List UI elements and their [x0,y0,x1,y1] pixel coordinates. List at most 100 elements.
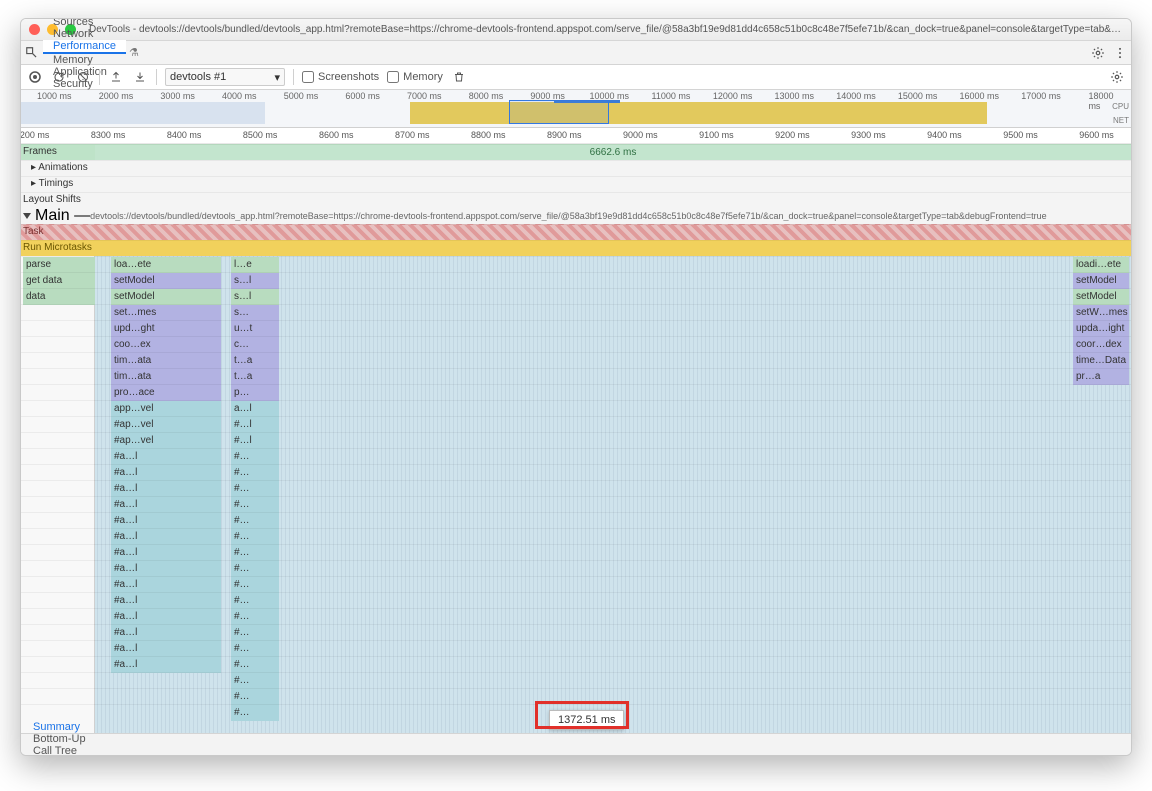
flame-chart[interactable]: Frames 6662.6 ms ▸ Animations ▸ Timings … [21,144,1131,748]
timings-track[interactable]: ▸ Timings [21,176,1131,192]
upload-icon[interactable] [108,69,124,85]
memory-checkbox[interactable]: Memory [387,71,443,83]
flame-cell[interactable]: p… [231,385,279,401]
traffic-light-close[interactable] [29,24,40,35]
flame-cell[interactable]: #a…l [111,497,221,513]
flame-cell[interactable]: a…l [231,401,279,417]
flame-cell[interactable]: #… [231,689,279,705]
flame-row[interactable]: #ap…vel #…l [21,432,1131,448]
screenshots-checkbox[interactable]: Screenshots [302,71,379,83]
flame-cell[interactable]: #… [231,449,279,465]
flame-cell[interactable]: coor…dex [1073,337,1129,353]
tab-sources[interactable]: Sources [43,18,126,28]
flame-cell[interactable]: #ap…vel [111,433,221,449]
microtasks-row[interactable]: Run Microtasks [21,240,1131,256]
flame-cell[interactable]: #… [231,673,279,689]
inspect-icon[interactable] [21,46,43,60]
flame-row[interactable]: #a…l #… [21,592,1131,608]
flame-cell[interactable]: c… [231,337,279,353]
reload-icon[interactable] [51,69,67,85]
flame-cell[interactable]: #… [231,465,279,481]
flame-cell[interactable]: setModel [111,273,221,289]
flame-cell[interactable]: #a…l [111,657,221,673]
flame-cell[interactable]: #a…l [111,465,221,481]
download-icon[interactable] [132,69,148,85]
flame-cell[interactable]: #… [231,545,279,561]
flame-cell[interactable]: time…Data [1073,353,1129,369]
flame-row[interactable]: app…vel a…l [21,400,1131,416]
flame-row[interactable]: #a…l #… [21,480,1131,496]
flame-cell[interactable]: #a…l [111,561,221,577]
flame-cell[interactable]: #a…l [111,481,221,497]
flame-cell[interactable]: #… [231,481,279,497]
flame-cell[interactable]: #… [231,561,279,577]
task-row[interactable]: Task [21,224,1131,240]
details-tab-bottom-up[interactable]: Bottom-Up [21,733,98,745]
tab-memory[interactable]: Memory [43,54,126,66]
flame-cell[interactable]: get data [23,273,95,289]
tab-network[interactable]: Network [43,28,126,40]
flame-cell[interactable]: #a…l [111,577,221,593]
flame-cell[interactable]: #… [231,577,279,593]
flame-cell[interactable]: setModel [1073,273,1129,289]
frames-track[interactable]: Frames 6662.6 ms [21,144,1131,160]
flame-cell[interactable]: #…l [231,417,279,433]
details-tab-summary[interactable]: Summary [21,721,98,733]
flame-cell[interactable]: #… [231,593,279,609]
flame-cell[interactable]: #… [231,513,279,529]
flame-cell[interactable]: #… [231,609,279,625]
flame-row[interactable]: #a…l#… [21,512,1131,528]
flame-row[interactable]: coo…ex c… coor…dex [21,336,1131,352]
flame-row[interactable]: set…mess…setW…mes [21,304,1131,320]
flame-row[interactable]: #a…l #… [21,544,1131,560]
flame-row[interactable]: #a…l #… [21,560,1131,576]
flame-cell[interactable]: set…mes [111,305,221,321]
flame-row[interactable]: #a…l #… [21,608,1131,624]
flame-cell[interactable]: app…vel [111,401,221,417]
flame-cell[interactable]: #…l [231,433,279,449]
flame-row[interactable]: upd…ghtu…tupda…ight [21,320,1131,336]
flame-cell[interactable]: #a…l [111,545,221,561]
flame-row[interactable]: #a…l #… [21,528,1131,544]
flame-row[interactable]: #a…l #… [21,496,1131,512]
flame-cell[interactable]: #a…l [111,609,221,625]
flame-cell[interactable]: upd…ght [111,321,221,337]
flame-row[interactable]: #… [21,672,1131,688]
flame-row[interactable]: #a…l #… [21,576,1131,592]
flame-cell[interactable]: s…l [231,289,279,305]
flame-cell[interactable]: l…e [231,257,279,273]
flame-cell[interactable]: #… [231,657,279,673]
flame-cell[interactable]: #… [231,529,279,545]
flame-cell[interactable]: s…l [231,273,279,289]
flame-cell[interactable]: #a…l [111,529,221,545]
flame-row[interactable]: parse loa…ete l…e loadi…ete [21,256,1131,272]
flame-cell[interactable]: parse [23,257,95,273]
animations-track[interactable]: ▸ Animations [21,160,1131,176]
flame-cell[interactable]: #… [231,497,279,513]
record-icon[interactable] [27,69,43,85]
layout-shifts-track[interactable]: Layout Shifts [21,192,1131,208]
flame-cell[interactable]: pr…a [1073,369,1129,385]
flame-cell[interactable]: #a…l [111,641,221,657]
flame-cell[interactable]: loadi…ete [1073,257,1129,273]
timeline-overview[interactable]: 1000 ms2000 ms3000 ms4000 ms5000 ms6000 … [21,90,1131,128]
flame-row[interactable]: tim…atat…apr…a [21,368,1131,384]
flame-cell[interactable]: coo…ex [111,337,221,353]
flame-row[interactable]: #a…l #… [21,448,1131,464]
trash-icon[interactable] [451,69,467,85]
flame-cell[interactable]: data [23,289,95,305]
flame-cell[interactable]: #a…l [111,593,221,609]
flame-cell[interactable]: #a…l [111,449,221,465]
flame-row[interactable]: #ap…vel #…l [21,416,1131,432]
flame-cell[interactable]: #… [231,705,279,721]
flame-cell[interactable]: #… [231,625,279,641]
flame-row[interactable]: datasetModels…lsetModel [21,288,1131,304]
flame-cell[interactable]: #ap…vel [111,417,221,433]
flame-cell[interactable]: setModel [1073,289,1129,305]
flame-cell[interactable]: t…a [231,353,279,369]
flame-cell[interactable]: t…a [231,369,279,385]
flame-row[interactable]: #a…l #… [21,656,1131,672]
flame-cell[interactable]: tim…ata [111,353,221,369]
flame-cell[interactable]: loa…ete [111,257,221,273]
flame-cell[interactable]: upda…ight [1073,321,1129,337]
